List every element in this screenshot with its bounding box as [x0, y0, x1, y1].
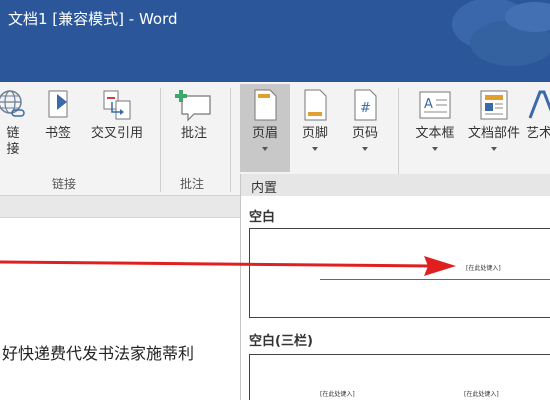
link-label-1: 链 [6, 126, 20, 141]
cross-reference-icon [102, 88, 132, 122]
document-canvas[interactable]: 好快递费代发书法家施蒂利 [0, 196, 242, 400]
svg-text:#: # [360, 101, 371, 116]
quick-parts-icon [476, 88, 512, 122]
page-number-button[interactable]: # 页码 [345, 88, 385, 178]
cross-reference-button[interactable]: 交叉引用 [84, 88, 150, 178]
wordart-button[interactable]: 艺术 [526, 88, 550, 178]
chevron-down-icon [312, 147, 318, 151]
gallery-placeholder-text: [在此处键入] [464, 391, 499, 398]
chevron-down-icon [491, 147, 497, 151]
page-number-label: 页码 [351, 126, 378, 141]
comment-icon [174, 88, 214, 122]
footer-label: 页脚 [301, 126, 328, 141]
footer-button[interactable]: 页脚 [295, 88, 335, 178]
cross-reference-label: 交叉引用 [90, 126, 143, 141]
gallery-placeholder-text: [在此处键入] [320, 391, 355, 398]
group-separator [230, 88, 231, 192]
gallery-placeholder-text: [在此处键入] [466, 265, 501, 272]
document-body-text[interactable]: 好快递费代发书法家施蒂利 [2, 340, 194, 364]
header-gallery-dropdown: 内置 空白 [在此处键入] 空白(三栏) [在此处键入] [在此处键入] [240, 174, 550, 400]
text-box-label: 文本框 [415, 126, 455, 141]
bookmark-button[interactable]: 书签 [40, 88, 76, 178]
title-bar: 文档1 [兼容模式] - Word [0, 0, 550, 82]
chevron-down-icon [432, 147, 438, 151]
header-page-icon [250, 88, 280, 122]
window-title: 文档1 [兼容模式] - Word [8, 10, 178, 28]
gallery-item-blank-three-column[interactable]: [在此处键入] [在此处键入] [249, 354, 550, 400]
link-button[interactable]: 链 接 [0, 88, 28, 178]
gallery-item-title: 空白 [249, 210, 276, 225]
footer-page-icon [300, 88, 330, 122]
group-separator [160, 88, 161, 192]
bookmark-label: 书签 [44, 126, 71, 141]
bookmark-icon [43, 88, 73, 122]
wordart-label: 艺术 [526, 126, 550, 141]
group-label-comments: 批注 [180, 177, 205, 191]
quick-parts-label: 文档部件 [467, 126, 520, 141]
globe-link-icon [0, 88, 28, 122]
ruler [0, 196, 242, 218]
chevron-down-icon [362, 147, 368, 151]
quick-parts-button[interactable]: 文档部件 [464, 88, 524, 178]
gallery-section-title: 内置 [241, 174, 550, 196]
gallery-item-title: 空白(三栏) [249, 334, 313, 349]
group-label-links: 链接 [52, 177, 77, 191]
header-button[interactable]: 页眉 [240, 84, 290, 172]
text-box-icon: A [417, 88, 453, 122]
header-label: 页眉 [251, 126, 278, 141]
annotation-arrow [0, 256, 456, 276]
chevron-down-icon [262, 147, 268, 151]
link-label-2: 接 [6, 142, 20, 157]
text-box-button[interactable]: A 文本框 [408, 88, 462, 178]
page-number-icon: # [350, 88, 380, 122]
wordart-icon [526, 88, 550, 122]
comment-label: 批注 [180, 126, 207, 141]
new-comment-button[interactable]: 批注 [174, 88, 214, 178]
svg-text:A: A [424, 97, 433, 112]
